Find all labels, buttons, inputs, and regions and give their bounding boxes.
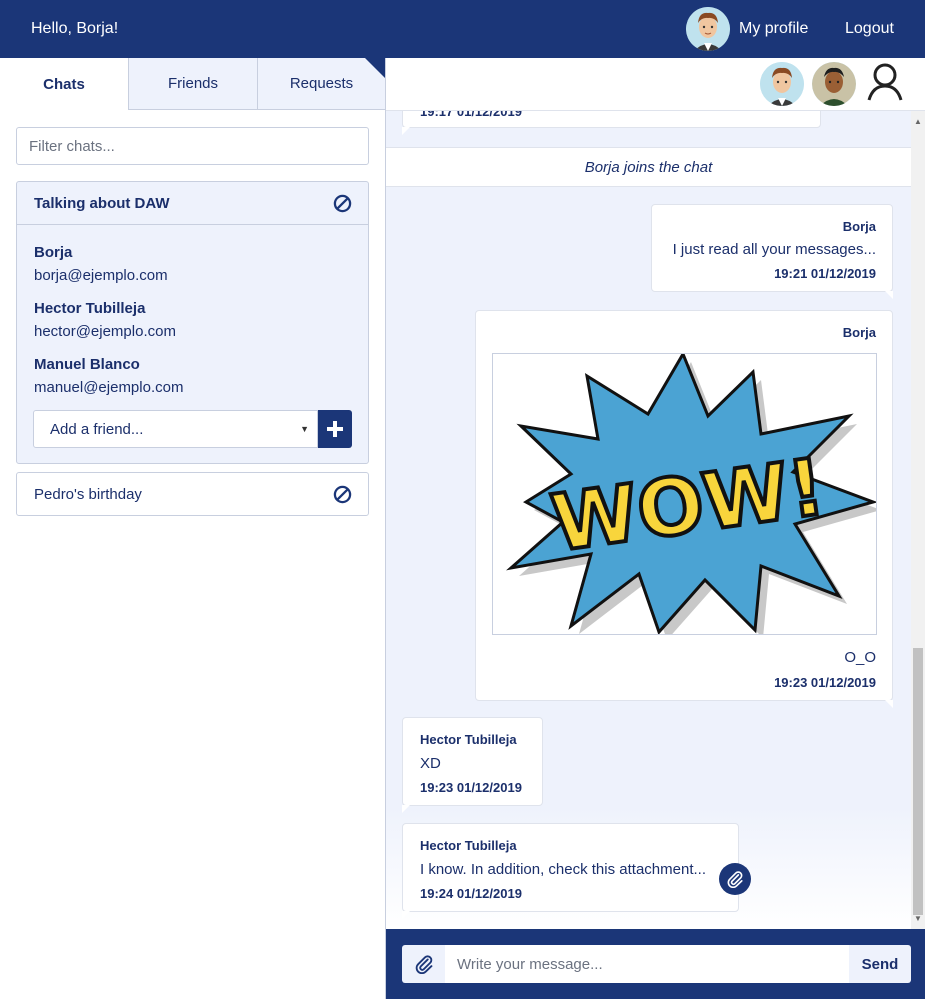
- chevron-down-icon: ▼: [300, 424, 309, 434]
- message-author: Borja: [842, 219, 876, 234]
- add-friend-button[interactable]: [318, 410, 352, 448]
- user-avatar: [686, 7, 730, 51]
- chat-item-pedros-birthday[interactable]: Pedro's birthday: [16, 472, 369, 516]
- conversation-panel: 19:17 01/12/2019 Borja joins the chat Bo…: [386, 58, 925, 999]
- message-scrollbar[interactable]: ▲ ▼: [911, 111, 925, 929]
- chat-header[interactable]: Pedro's birthday: [17, 473, 368, 515]
- message-composer: Send: [386, 929, 925, 999]
- leave-chat-icon[interactable]: [333, 194, 352, 213]
- add-friend-placeholder: Add a friend...: [50, 420, 144, 438]
- system-message: Borja joins the chat: [386, 147, 911, 187]
- message-time: 19:17 01/12/2019: [420, 111, 522, 119]
- scrollbar-thumb[interactable]: [913, 648, 923, 915]
- chat-name: Pedro's birthday: [34, 485, 142, 503]
- member-item: Hector Tubilleja hector@ejemplo.com: [34, 300, 176, 340]
- message-bubble: 19:17 01/12/2019: [402, 111, 821, 135]
- member-name: Borja: [34, 244, 73, 261]
- member-item: Manuel Blanco manuel@ejemplo.com: [34, 356, 183, 396]
- tab-friends[interactable]: Friends: [128, 58, 257, 110]
- message-text: XD: [420, 755, 441, 772]
- top-bar: Hello, Borja! My profile Logout: [0, 0, 925, 58]
- member-name: Hector Tubilleja: [34, 300, 146, 317]
- add-friend-select[interactable]: Add a friend... ▼: [33, 410, 318, 448]
- member-item: Borja borja@ejemplo.com: [34, 244, 168, 284]
- scroll-down-arrow-icon[interactable]: ▼: [914, 914, 922, 923]
- filter-chats-input[interactable]: [16, 127, 369, 165]
- member-email: manuel@ejemplo.com: [34, 379, 184, 396]
- my-profile-label: My profile: [739, 20, 809, 37]
- attachment-button[interactable]: [719, 863, 751, 895]
- message-bubble: Borja WOW! O_O 19:23 01/12/2019: [475, 310, 893, 708]
- user-search-icon[interactable]: [866, 62, 906, 104]
- message-author: Hector Tubilleja: [420, 838, 517, 853]
- my-profile-link[interactable]: My profile: [686, 7, 808, 51]
- message-text: I know. In addition, check this attachme…: [420, 861, 706, 878]
- message-image[interactable]: WOW!: [492, 350, 881, 640]
- chat-item-talking-about-daw: Talking about DAW Borja borja@ejemplo.co…: [16, 181, 369, 464]
- message-time: 19:23 01/12/2019: [774, 675, 876, 690]
- member-email: borja@ejemplo.com: [34, 267, 168, 284]
- member-email: hector@ejemplo.com: [34, 323, 176, 340]
- attach-file-button[interactable]: [402, 945, 445, 983]
- message-text: O_O: [844, 649, 876, 666]
- sidebar: Chats Friends Requests Talking about DAW…: [0, 58, 386, 999]
- participants-bar: [386, 58, 925, 111]
- chat-header[interactable]: Talking about DAW: [17, 182, 368, 225]
- sidebar-tabs: Chats Friends Requests: [0, 58, 385, 110]
- paperclip-icon: [415, 955, 432, 974]
- message-time: 19:24 01/12/2019: [420, 886, 522, 901]
- greeting: Hello, Borja!: [31, 20, 119, 37]
- message-time: 19:23 01/12/2019: [420, 780, 522, 795]
- tab-corner-decoration: [365, 58, 385, 78]
- message-author: Borja: [842, 325, 876, 340]
- paperclip-icon: [727, 871, 743, 888]
- message-bubble: Hector Tubilleja I know. In addition, ch…: [402, 823, 739, 919]
- participant-avatar: [760, 62, 804, 106]
- chat-name: Talking about DAW: [34, 194, 170, 212]
- wow-comic-image: WOW!: [506, 350, 881, 640]
- logout-link[interactable]: Logout: [845, 20, 894, 38]
- message-time: 19:21 01/12/2019: [774, 266, 876, 281]
- message-author: Hector Tubilleja: [420, 732, 517, 747]
- message-bubble: Hector Tubilleja XD 19:23 01/12/2019: [402, 717, 543, 813]
- message-list[interactable]: 19:17 01/12/2019 Borja joins the chat Bo…: [386, 111, 925, 929]
- member-name: Manuel Blanco: [34, 356, 140, 373]
- tab-chats[interactable]: Chats: [0, 58, 128, 110]
- participant-avatar: [812, 62, 856, 106]
- send-button[interactable]: Send: [849, 945, 911, 983]
- scroll-up-arrow-icon[interactable]: ▲: [914, 117, 922, 126]
- plus-icon: [327, 421, 343, 437]
- message-input[interactable]: [445, 945, 849, 983]
- message-bubble: Borja I just read all your messages... 1…: [651, 204, 893, 299]
- leave-chat-icon[interactable]: [333, 485, 352, 504]
- message-text: I just read all your messages...: [672, 241, 876, 258]
